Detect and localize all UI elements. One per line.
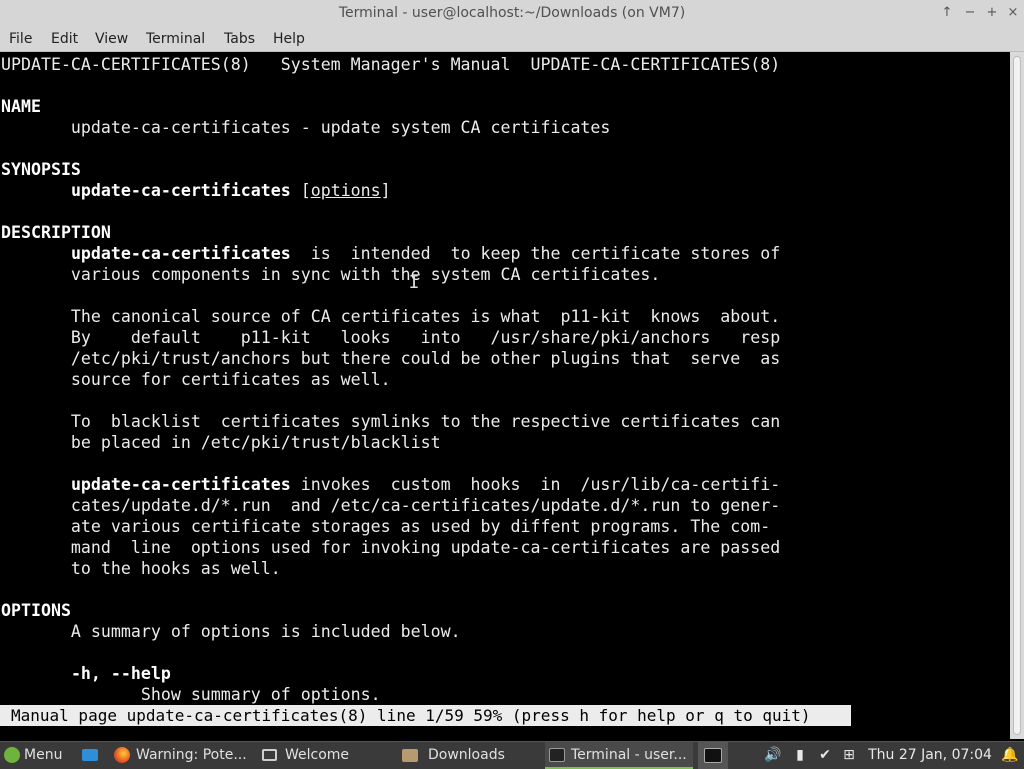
synopsis-bracket-open: [ <box>290 181 311 200</box>
option-help-flag: -h, --help <box>70 664 171 683</box>
name-line: update-ca-certificates - update system C… <box>1 118 611 137</box>
synopsis-command: update-ca-certificates <box>70 181 291 200</box>
synopsis-bracket-close: ] <box>380 181 391 200</box>
synopsis-options: options <box>310 181 381 200</box>
show-desktop-button[interactable] <box>80 742 102 769</box>
desc-command: update-ca-certificates <box>70 475 291 494</box>
terminal-icon <box>549 748 565 762</box>
maximize-icon[interactable]: + <box>983 4 1001 22</box>
menu-tabs[interactable]: Tabs <box>224 27 255 51</box>
menu-file[interactable]: File <box>9 27 32 51</box>
terminal-output[interactable]: UPDATE-CA-CERTIFICATES(8) System Manager… <box>0 52 1010 739</box>
notification-bell-icon[interactable]: 🔔 <box>1000 742 1020 769</box>
taskbar-item-label: Terminal - user... <box>571 747 687 763</box>
window-icon <box>262 749 277 761</box>
clock[interactable]: Thu 27 Jan, 07:04 <box>868 742 992 769</box>
minimize-icon[interactable]: − <box>961 4 979 22</box>
desc-line-9: update-ca-certificates invokes custom ho… <box>1 474 780 495</box>
desc-line-8: be placed in /etc/pki/trust/blacklist <box>1 433 441 452</box>
desc-line-4: By default p11-kit looks into /usr/share… <box>1 328 781 347</box>
menu-help[interactable]: Help <box>273 27 305 51</box>
taskbar-item-firefox[interactable]: Warning: Pote... <box>110 742 250 769</box>
mint-logo-icon <box>4 747 20 763</box>
terminal-scrollbar[interactable] <box>1010 52 1024 739</box>
window-titlebar[interactable]: Terminal - user@localhost:~/Downloads (o… <box>0 0 1024 28</box>
section-options-heading: OPTIONS <box>1 601 71 620</box>
desc-line-7: To blacklist certificates symlinks to th… <box>1 412 781 431</box>
menu-label: Menu <box>24 747 63 763</box>
window-title: Terminal - user@localhost:~/Downloads (o… <box>338 5 686 21</box>
desc-line-12: mand line options used for invoking upda… <box>1 538 781 557</box>
taskbar-item-downloads[interactable]: Downloads <box>400 742 540 769</box>
desc-text: is intended to keep the certificate stor… <box>290 244 781 263</box>
desc-line-13: to the hooks as well. <box>1 559 281 578</box>
desc-line-2: various components in sync with the syst… <box>1 265 661 284</box>
pin-icon[interactable]: ↑ <box>938 4 956 22</box>
text-cursor-icon: I <box>408 272 420 293</box>
taskbar-item-label: Warning: Pote... <box>136 747 247 763</box>
terminal-icon <box>704 747 722 763</box>
pager-status-line: Manual page update-ca-certificates(8) li… <box>0 705 851 726</box>
start-menu-button[interactable]: Menu <box>2 742 72 769</box>
man-header: UPDATE-CA-CERTIFICATES(8) System Manager… <box>1 55 781 74</box>
options-summary: A summary of options is included below. <box>1 622 461 641</box>
synopsis-line: update-ca-certificates [options] <box>1 180 391 201</box>
section-description-heading: DESCRIPTION <box>1 223 111 242</box>
option-help-desc: Show summary of options. <box>1 685 381 704</box>
taskbar: Menu Warning: Pote... Welcome Downloads … <box>0 741 1024 769</box>
volume-icon[interactable]: 🔊 <box>763 742 783 769</box>
desktop-icon <box>82 749 98 761</box>
update-manager-icon[interactable]: ✔ <box>815 742 835 769</box>
desc-line-5: /etc/pki/trust/anchors but there could b… <box>1 349 781 368</box>
menu-terminal[interactable]: Terminal <box>146 27 205 51</box>
desc-command: update-ca-certificates <box>70 244 291 263</box>
desc-line-1: update-ca-certificates is intended to ke… <box>1 243 780 264</box>
terminal-launcher-button[interactable] <box>698 742 728 769</box>
section-name-heading: NAME <box>1 97 41 116</box>
section-synopsis-heading: SYNOPSIS <box>1 160 81 179</box>
desc-line-6: source for certificates as well. <box>1 370 391 389</box>
option-help-line: -h, --help <box>1 663 171 684</box>
taskbar-item-label: Downloads <box>428 747 505 763</box>
taskbar-item-terminal[interactable]: Terminal - user... <box>545 742 693 769</box>
desc-text: invokes custom hooks in /usr/lib/ca-cert… <box>290 475 781 494</box>
desc-line-11: ate various certificate storages as used… <box>1 517 771 536</box>
menu-view[interactable]: View <box>95 27 128 51</box>
folder-icon <box>402 748 418 762</box>
menubar: File Edit View Terminal Tabs Help <box>0 27 1024 52</box>
firefox-icon <box>114 747 130 763</box>
menu-edit[interactable]: Edit <box>51 27 78 51</box>
close-icon[interactable]: × <box>1004 4 1022 22</box>
taskbar-item-label: Welcome <box>285 747 350 763</box>
taskbar-item-welcome[interactable]: Welcome <box>258 742 394 769</box>
scrollbar-thumb[interactable] <box>1013 56 1021 735</box>
desc-line-10: cates/update.d/*.run and /etc/ca-certifi… <box>1 496 781 515</box>
battery-icon[interactable]: ▮ <box>790 742 810 769</box>
desc-line-3: The canonical source of CA certificates … <box>1 307 781 326</box>
network-icon[interactable]: ⊞ <box>838 742 860 769</box>
